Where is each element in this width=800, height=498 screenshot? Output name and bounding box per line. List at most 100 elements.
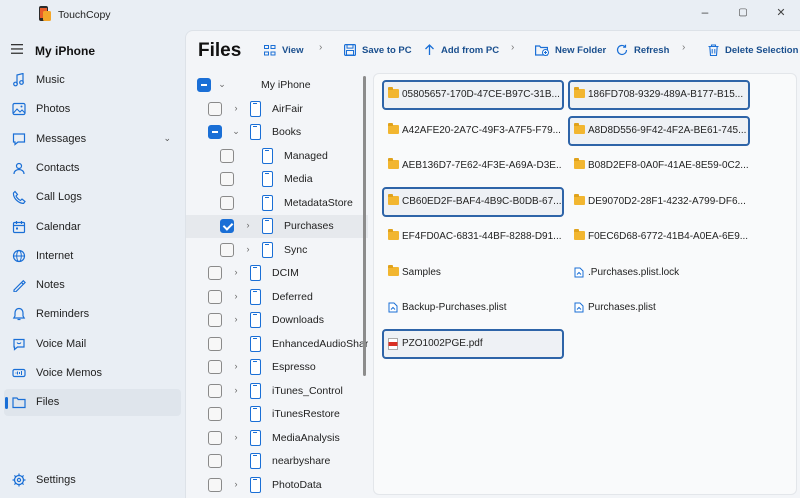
tree-checkbox[interactable]: [220, 242, 234, 257]
tree-row[interactable]: › AirFair: [186, 98, 368, 121]
chevron-right-icon[interactable]: ›: [231, 103, 241, 113]
maximize-button[interactable]: ▢: [724, 0, 762, 24]
new-folder-button[interactable]: New Folder: [535, 41, 606, 59]
folder-item[interactable]: F0EC6D68-6772-41B4-A0EA-6E9...: [568, 222, 750, 252]
tree-checkbox[interactable]: [220, 195, 234, 210]
sidebar-item-reminders[interactable]: Reminders: [4, 301, 181, 328]
grid-view-icon: [264, 44, 276, 55]
title-bar: TouchCopy – ▢ ✕: [0, 0, 800, 30]
file-name: EF4FD0AC-6831-44BF-8288-D91...: [402, 231, 562, 242]
chevron-right-icon[interactable]: ›: [231, 267, 241, 277]
refresh-label: Refresh: [634, 44, 670, 56]
tree-row[interactable]: › Purchases: [186, 215, 368, 238]
refresh-button[interactable]: Refresh: [616, 41, 669, 59]
chevron-right-icon[interactable]: ›: [231, 385, 241, 395]
tree-checkbox[interactable]: [208, 125, 222, 139]
file-item[interactable]: Purchases.plist: [568, 293, 750, 323]
file-item[interactable]: Backup-Purchases.plist: [382, 293, 564, 323]
folder-item[interactable]: AEB136D7-7E62-4F3E-A69A-D3E...: [382, 151, 564, 181]
sidebar-item-messages[interactable]: Messages ⌄: [4, 126, 181, 153]
plist-file-icon: [574, 302, 584, 313]
folder-item[interactable]: A8D8D556-9F42-4F2A-BE61-745...: [568, 115, 750, 146]
chevron-right-icon[interactable]: ›: [231, 479, 241, 489]
folder-item[interactable]: DE9070D2-28F1-4232-A799-DF6...: [568, 187, 750, 217]
tree-row[interactable]: › MediaAnalysis: [186, 427, 368, 450]
tree-row[interactable]: nearbyshare: [186, 450, 368, 473]
folder-item[interactable]: 05805657-170D-47CE-B97C-31B...: [382, 80, 564, 110]
tree-row[interactable]: Managed: [186, 145, 368, 168]
app-title: TouchCopy: [58, 9, 111, 21]
tree-row[interactable]: › iTunes_Control: [186, 380, 368, 403]
sidebar-item-settings[interactable]: Settings: [4, 467, 181, 494]
sidebar-item-internet[interactable]: Internet: [4, 243, 181, 270]
folder-item[interactable]: 186FD708-9329-489A-B177-B15...: [568, 80, 750, 110]
folder-item[interactable]: Samples: [382, 258, 564, 288]
tree-row[interactable]: › PhotoData: [186, 474, 368, 497]
chevron-right-icon[interactable]: ›: [231, 432, 241, 442]
tree-checkbox[interactable]: [220, 172, 234, 186]
minimize-button[interactable]: –: [686, 0, 724, 24]
sidebar-item-files[interactable]: Files: [4, 389, 181, 417]
sidebar-item-contacts[interactable]: Contacts: [4, 155, 181, 182]
tree-checkbox[interactable]: [208, 313, 222, 327]
sidebar-item-music[interactable]: Music: [4, 67, 181, 94]
folder-item[interactable]: EF4FD0AC-6831-44BF-8288-D91...: [382, 222, 564, 252]
tree-checkbox[interactable]: [208, 266, 222, 280]
chevron-right-icon[interactable]: ›: [243, 220, 253, 230]
tree-checkbox[interactable]: [197, 78, 211, 92]
view-button[interactable]: View: [264, 41, 303, 59]
file-item[interactable]: PZO1002PGE.pdf: [382, 328, 564, 359]
tree-checkbox[interactable]: [208, 383, 222, 398]
tree-row[interactable]: iTunesRestore: [186, 403, 368, 426]
chevron-down-icon[interactable]: ⌄: [163, 133, 171, 144]
folder-item[interactable]: B08D2EF8-0A0F-41AE-8E59-0C2...: [568, 151, 750, 181]
close-button[interactable]: ✕: [762, 0, 800, 24]
tree-label: Media: [284, 173, 313, 185]
delete-selection-button[interactable]: Delete Selection: [708, 41, 798, 59]
add-from-pc-button[interactable]: Add from PC: [424, 41, 499, 59]
page-title: Files: [198, 40, 242, 61]
tree-scrollbar[interactable]: [363, 76, 366, 376]
folder-item[interactable]: A42AFE20-2A7C-49F3-A7F5-F79...: [382, 116, 564, 146]
folder-item[interactable]: CB60ED2F-BAF4-4B9C-B0DB-67...: [382, 186, 564, 217]
tree-row[interactable]: Media: [186, 168, 368, 191]
tree-checkbox[interactable]: [208, 336, 222, 351]
tree-row[interactable]: MetadataStore: [186, 192, 368, 215]
tree-row[interactable]: › Deferred: [186, 286, 368, 309]
tree-row[interactable]: ⌄ My iPhone: [186, 74, 368, 97]
tree-checkbox[interactable]: [220, 148, 234, 163]
tree-row[interactable]: › Downloads: [186, 309, 368, 332]
sidebar-item-photos[interactable]: Photos: [4, 96, 181, 123]
sidebar-item-calendar[interactable]: Calendar: [4, 214, 181, 241]
save-to-pc-button[interactable]: Save to PC: [344, 41, 412, 59]
tree-checkbox[interactable]: [208, 454, 222, 468]
chevron-right-icon[interactable]: ›: [231, 291, 241, 301]
chevron-right-icon[interactable]: ›: [231, 314, 241, 324]
toolbar-separator: ›: [682, 42, 686, 53]
sidebar-item-notes[interactable]: Notes: [4, 272, 181, 299]
chevron-down-icon[interactable]: ⌄: [231, 126, 241, 137]
file-name: .Purchases.plist.lock: [588, 266, 680, 278]
chevron-right-icon[interactable]: ›: [231, 361, 241, 371]
tree-row[interactable]: ⌄ Books: [186, 121, 368, 144]
tree-row[interactable]: EnhancedAudioShare: [186, 333, 368, 356]
folder-device-icon: [262, 194, 273, 211]
tree-checkbox[interactable]: [208, 407, 222, 421]
chevron-down-icon[interactable]: ⌄: [217, 79, 227, 90]
tree-checkbox[interactable]: [208, 430, 222, 445]
hamburger-menu-icon[interactable]: [11, 44, 23, 54]
tree-row[interactable]: › Sync: [186, 239, 368, 262]
tree-checkbox[interactable]: [220, 219, 234, 233]
tree-checkbox[interactable]: [208, 360, 222, 374]
file-item[interactable]: .Purchases.plist.lock: [568, 258, 750, 288]
tree-row[interactable]: › DCIM: [186, 262, 368, 285]
sidebar-item-label: Internet: [36, 249, 74, 262]
tree-checkbox[interactable]: [208, 101, 222, 116]
tree-checkbox[interactable]: [208, 289, 222, 304]
tree-checkbox[interactable]: [208, 477, 222, 492]
sidebar-item-voice-memos[interactable]: Voice Memos: [4, 360, 181, 387]
sidebar-item-call-logs[interactable]: Call Logs: [4, 184, 181, 211]
tree-row[interactable]: › Espresso: [186, 356, 368, 379]
chevron-right-icon[interactable]: ›: [243, 244, 253, 254]
sidebar-item-voice-mail[interactable]: Voice Mail: [4, 331, 181, 358]
